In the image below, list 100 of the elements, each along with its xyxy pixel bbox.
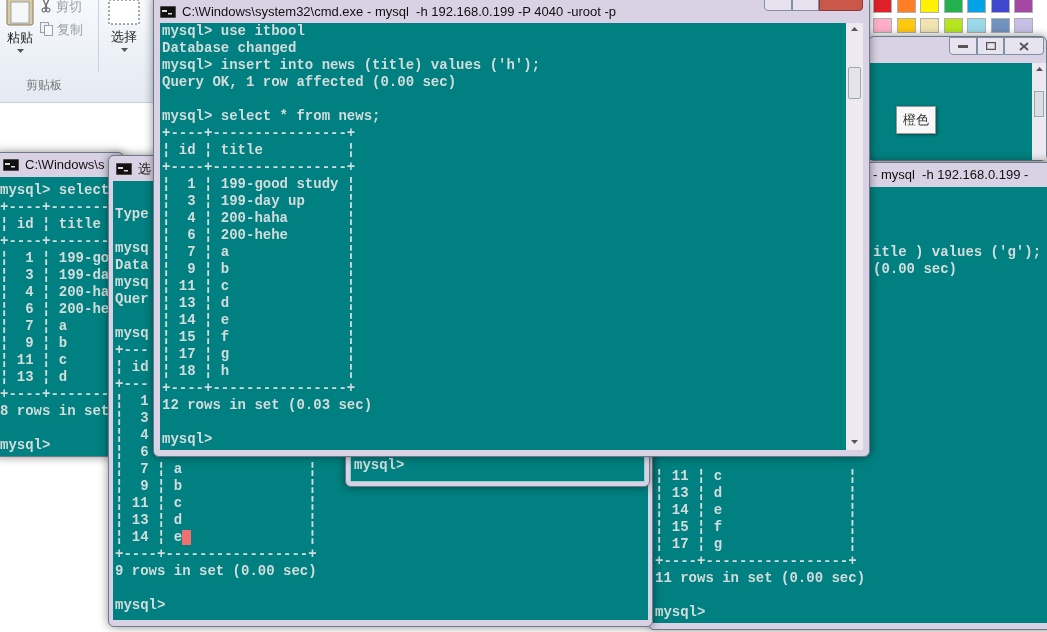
console-line: ¦ 11 ¦ c <box>0 352 68 369</box>
console-line: +----+----------------+ <box>162 125 356 142</box>
console-line: ¦ 4 ¦ 200-haha ¦ <box>162 210 356 227</box>
color-swatch[interactable] <box>990 0 1010 13</box>
console-line: ¦ 11 ¦ c ¦ <box>115 495 317 512</box>
scroll-down-icon <box>851 440 858 444</box>
color-swatch[interactable] <box>990 18 1010 33</box>
console-line: ¦ 6 ¦ 200-he <box>0 301 110 318</box>
select-button[interactable]: 选择 <box>99 0 149 78</box>
console-line: +----+------- <box>0 233 110 250</box>
clipboard-icon <box>6 0 34 26</box>
console-line: mysql> <box>655 604 706 621</box>
color-swatch[interactable] <box>896 18 916 33</box>
console-line: ¦ 3 <box>115 410 149 427</box>
console-line: +----+-----------------+ <box>655 553 857 570</box>
console-line: Database changed <box>162 40 297 57</box>
color-swatch[interactable] <box>920 0 939 13</box>
console-line: Query OK, 1 row affected (0.00 sec) <box>162 74 457 91</box>
console-line: mysql> <box>162 431 213 448</box>
color-swatch[interactable] <box>896 0 916 13</box>
console-line: Type <box>115 206 149 223</box>
console-line: ¦ 9 ¦ b ¦ <box>162 261 356 278</box>
maximize-button[interactable] <box>977 37 1004 55</box>
console-line: ¦ 15 ¦ f ¦ <box>655 519 857 536</box>
minimize-button[interactable] <box>764 0 792 11</box>
scissors-icon <box>40 0 52 13</box>
color-swatch[interactable] <box>967 18 986 33</box>
console-line: ¦ 4 ¦ 200-ha <box>0 284 110 301</box>
console-line: ¦ 14 ¦ e <box>115 529 183 546</box>
console-line: 11 rows in set (0.00 sec) <box>655 570 866 587</box>
scroll-thumb[interactable] <box>1034 91 1044 117</box>
paste-button[interactable]: 粘贴 <box>0 0 40 78</box>
console-line: ¦ 7 ¦ a <box>0 318 68 335</box>
console-line: ¦ 4 <box>115 427 149 444</box>
window-title: 选 <box>138 159 151 178</box>
console-line: +----+----------------+ <box>162 380 356 397</box>
scroll-up-icon <box>851 27 858 31</box>
color-swatch[interactable] <box>967 0 986 13</box>
color-swatch[interactable] <box>920 18 939 33</box>
console-line: ¦ 14 ¦ e ¦ <box>655 502 857 519</box>
color-swatch[interactable] <box>1014 0 1033 13</box>
console-line: 9 rows in set (0.00 sec) <box>115 563 317 580</box>
console-line: ¦ 17 ¦ g ¦ <box>655 536 857 553</box>
console-icon <box>160 5 176 18</box>
console-line: mysql> use itbool <box>162 23 305 40</box>
console-line: ¦ 11 ¦ c ¦ <box>162 278 356 295</box>
console-line: ¦ 6 ¦ 200-hehe ¦ <box>162 227 356 244</box>
console-line: ¦ 18 ¦ h ¦ <box>162 363 356 380</box>
console-line: mysql> select * from news; <box>162 108 381 125</box>
color-swatch[interactable] <box>1014 18 1033 33</box>
close-icon <box>1019 41 1029 51</box>
console-line: ¦ 1 <box>115 393 149 410</box>
scroll-thumb[interactable] <box>848 67 861 99</box>
console-line: mysql> <box>0 437 51 454</box>
color-swatch[interactable] <box>873 18 892 33</box>
console-line: +----+------- <box>0 199 110 216</box>
console-line: +----+------- <box>0 386 110 403</box>
close-button[interactable] <box>1004 37 1044 55</box>
color-swatch[interactable] <box>943 18 963 33</box>
color-swatch[interactable] <box>873 0 892 13</box>
console-line: 12 rows in set (0.03 sec) <box>162 397 373 414</box>
color-swatch[interactable] <box>943 0 963 13</box>
console-line: ¦ 13 ¦ d <box>0 369 68 386</box>
console-line: Data <box>115 257 149 274</box>
console-line: +--- <box>115 342 149 359</box>
console-line: mysql> <box>354 457 405 474</box>
console-line: 8 rows in set <box>0 403 110 420</box>
console-line: ¦ 14 ¦ e ¦ <box>162 312 356 329</box>
console-icon <box>116 162 132 175</box>
console-line: ¦ id ¦ title ¦ <box>162 142 356 159</box>
console-line: +----+----------------+ <box>162 159 356 176</box>
selection-icon <box>108 0 140 25</box>
console-line: ¦ 9 ¦ b <box>0 335 68 352</box>
console-line: mysql> select <box>0 182 110 199</box>
console-line: mysq <box>115 274 149 291</box>
console-line: +--- <box>115 376 149 393</box>
console-line: ¦ 7 ¦ a ¦ <box>115 461 317 478</box>
console-line: ¦ 15 ¦ f ¦ <box>162 329 356 346</box>
window-title: C:\Windows\system32\cmd.exe - mysql -h 192.168.0.199 -P 4040 -uroot -p <box>182 3 616 21</box>
console-line: Quer <box>115 291 149 308</box>
console-line: mysq <box>115 240 149 257</box>
console-line: ¦ <box>307 529 317 546</box>
window-title: - mysql -h 192.168.0.199 - <box>873 166 1029 185</box>
console-line: ¦ 17 ¦ g ¦ <box>162 346 356 363</box>
caret-icon <box>16 49 24 53</box>
console-line: (0.00 sec) <box>873 261 957 278</box>
copy-icon <box>40 22 53 36</box>
console-line: mysq <box>115 325 149 342</box>
console-line: mysql> <box>115 597 166 614</box>
console-line: ¦ 3 ¦ 199-day up ¦ <box>162 193 356 210</box>
console-line: itle ) values ('g'); <box>873 244 1042 261</box>
console-line: ¦ 6 <box>115 444 149 461</box>
console-line: ¦ 3 ¦ 199-da <box>0 267 110 284</box>
console-line: ¦ 7 ¦ a ¦ <box>162 244 356 261</box>
console-line: ¦ id ¦ title <box>0 216 101 233</box>
maximize-button[interactable] <box>792 0 819 11</box>
console-line: ¦ 13 ¦ d ¦ <box>162 295 356 312</box>
minimize-button[interactable] <box>949 37 977 55</box>
window-title: C:\Windows\s <box>25 156 105 175</box>
minimize-icon <box>958 44 968 48</box>
